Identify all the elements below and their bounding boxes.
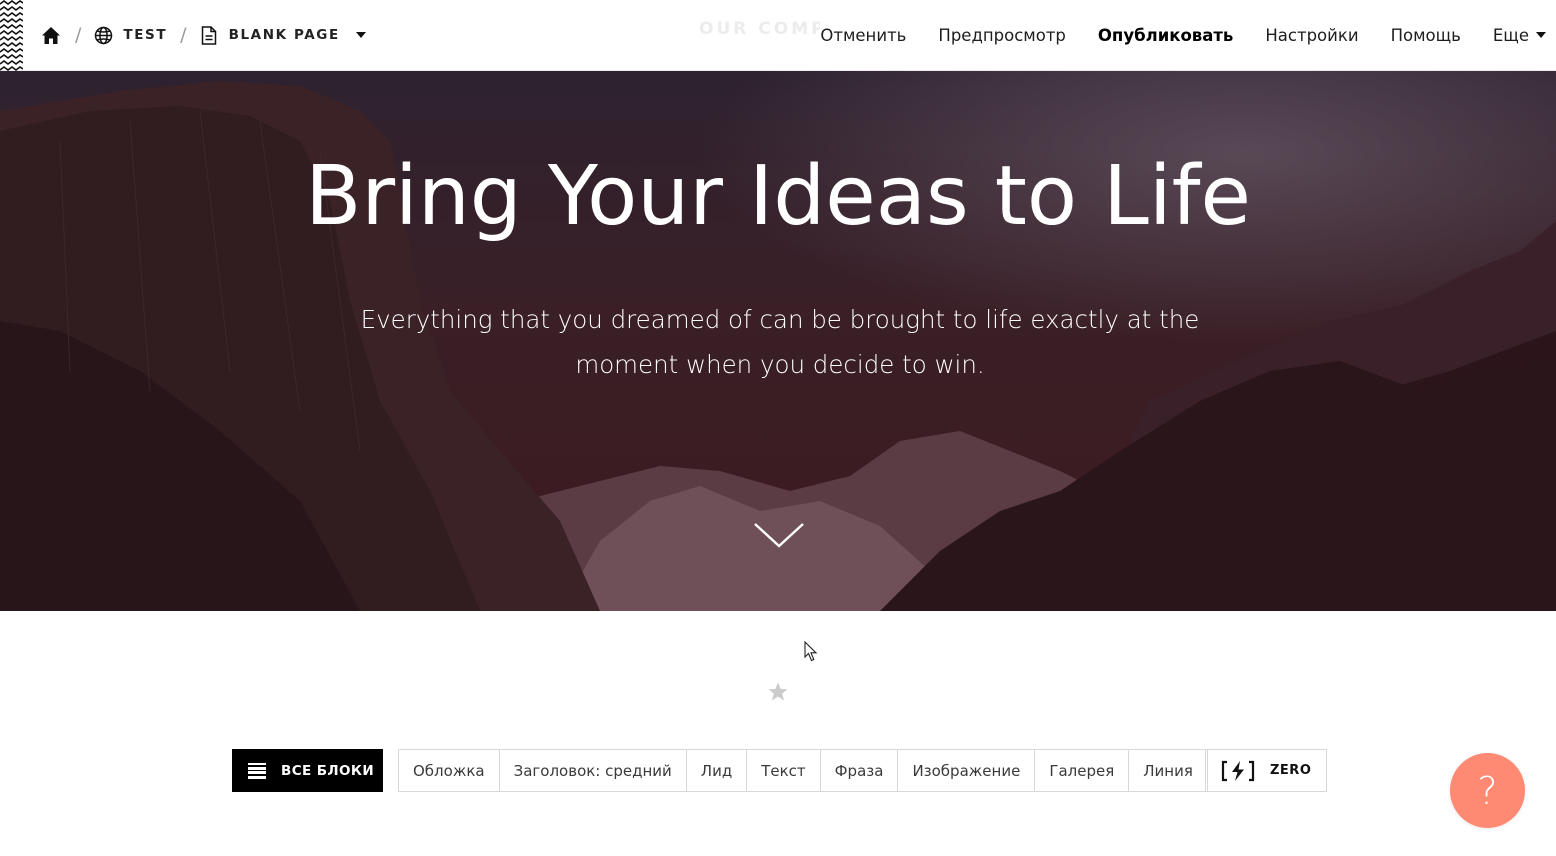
- publish-button[interactable]: Опубликовать: [1098, 26, 1233, 45]
- block-type-line[interactable]: Линия: [1129, 750, 1207, 791]
- hero-cover-block[interactable]: Bring Your Ideas to Life Everything that…: [0, 71, 1556, 611]
- caret-down-icon: [1536, 32, 1546, 38]
- preview-button[interactable]: Предпросмотр: [938, 26, 1066, 45]
- page-link[interactable]: BLANK PAGE: [229, 27, 340, 43]
- settings-button[interactable]: Настройки: [1265, 26, 1358, 45]
- favorite-star-icon[interactable]: [767, 681, 789, 703]
- home-icon[interactable]: [40, 24, 62, 46]
- mouse-cursor-icon: [804, 641, 818, 662]
- zero-block-icon: [1221, 760, 1255, 781]
- help-menu-button[interactable]: Помощь: [1391, 26, 1461, 45]
- block-type-bar: Обложка Заголовок: средний Лид Текст Фра…: [398, 749, 1208, 792]
- block-type-gallery[interactable]: Галерея: [1035, 750, 1130, 791]
- hero-title: Bring Your Ideas to Life: [305, 149, 1251, 244]
- breadcrumb-separator: /: [180, 24, 187, 46]
- cancel-button[interactable]: Отменить: [820, 26, 906, 45]
- hero-subtitle: Everything that you dreamed of can be br…: [360, 305, 1200, 379]
- zero-block-button[interactable]: ZERO: [1205, 749, 1327, 792]
- scroll-down-chevron-icon[interactable]: [753, 522, 805, 550]
- all-blocks-button[interactable]: ВСЕ БЛОКИ: [232, 749, 383, 792]
- more-label: Еще: [1492, 25, 1529, 45]
- help-chat-button[interactable]: ?: [1450, 753, 1525, 828]
- list-icon: [248, 762, 266, 779]
- block-type-lead[interactable]: Лид: [687, 750, 748, 791]
- zero-label: ZERO: [1270, 763, 1312, 778]
- page-icon[interactable]: [198, 24, 220, 46]
- caret-down-icon[interactable]: [355, 32, 366, 38]
- block-type-text[interactable]: Текст: [747, 750, 821, 791]
- zigzag-decoration: [0, 0, 23, 71]
- breadcrumb-separator: /: [75, 24, 82, 46]
- top-bar: / TEST / BLANK PAGE OUR COMPAN Отменить …: [0, 0, 1556, 71]
- block-type-phrase[interactable]: Фраза: [821, 750, 899, 791]
- more-menu-button[interactable]: Еще: [1493, 26, 1546, 45]
- breadcrumb: / TEST / BLANK PAGE: [40, 0, 366, 70]
- site-link[interactable]: TEST: [123, 27, 167, 43]
- block-type-cover[interactable]: Обложка: [399, 750, 500, 791]
- all-blocks-label: ВСЕ БЛОКИ: [281, 762, 375, 779]
- globe-icon[interactable]: [92, 24, 114, 46]
- block-type-image[interactable]: Изображение: [898, 750, 1036, 791]
- editor-menu: Отменить Предпросмотр Опубликовать Настр…: [820, 0, 1556, 70]
- block-type-heading-medium[interactable]: Заголовок: средний: [500, 750, 687, 791]
